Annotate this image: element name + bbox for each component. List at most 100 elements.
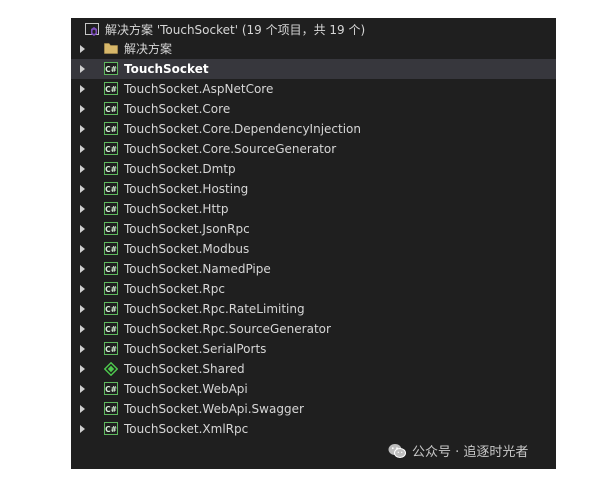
chevron-right-icon[interactable]: [80, 305, 85, 313]
wechat-icon: [388, 443, 406, 458]
svg-text:C#: C#: [105, 405, 117, 414]
svg-text:C#: C#: [105, 125, 117, 134]
csharp-project-icon: C#: [104, 202, 118, 215]
tree-item-label: TouchSocket.WebApi: [124, 382, 248, 396]
svg-text:C#: C#: [105, 285, 117, 294]
chevron-right-icon[interactable]: [80, 145, 85, 153]
tree-item[interactable]: C# TouchSocket.Rpc.RateLimiting: [71, 299, 556, 319]
tree-item[interactable]: C# TouchSocket.WebApi: [71, 379, 556, 399]
tree-item-label: TouchSocket.Core: [124, 102, 231, 116]
csharp-project-icon: C#: [104, 242, 118, 255]
solution-title: 解决方案 'TouchSocket' (19 个项目，共 19 个): [105, 23, 366, 37]
csharp-project-icon: C#: [104, 322, 118, 335]
csharp-project-icon: C#: [104, 182, 118, 195]
tree-item[interactable]: TouchSocket.Shared: [71, 359, 556, 379]
csharp-project-icon: C#: [104, 342, 118, 355]
tree-item[interactable]: C# TouchSocket.AspNetCore: [71, 79, 556, 99]
svg-text:C#: C#: [105, 325, 117, 334]
tree-item-label: TouchSocket.WebApi.Swagger: [124, 402, 304, 416]
svg-text:C#: C#: [105, 145, 117, 154]
csharp-project-icon: C#: [104, 402, 118, 415]
svg-text:C#: C#: [105, 225, 117, 234]
tree-item-label: TouchSocket.Core.DependencyInjection: [124, 122, 361, 136]
tree-item-label: TouchSocket.Rpc.RateLimiting: [124, 302, 305, 316]
solution-root-row[interactable]: 解决方案 'TouchSocket' (19 个项目，共 19 个): [71, 20, 556, 40]
tree-item-label: TouchSocket.XmlRpc: [124, 422, 249, 436]
tree-item[interactable]: C# TouchSocket.JsonRpc: [71, 219, 556, 239]
svg-text:C#: C#: [105, 425, 117, 434]
svg-text:C#: C#: [105, 345, 117, 354]
tree-item[interactable]: C# TouchSocket.Http: [71, 199, 556, 219]
chevron-right-icon[interactable]: [80, 65, 85, 73]
tree-item-label: TouchSocket.Core.SourceGenerator: [124, 142, 337, 156]
tree-item-label: TouchSocket.JsonRpc: [124, 222, 250, 236]
tree-item[interactable]: C# TouchSocket.Core.DependencyInjection: [71, 119, 556, 139]
chevron-right-icon[interactable]: [80, 165, 85, 173]
csharp-project-icon: C#: [104, 282, 118, 295]
tree-item-label: TouchSocket.Dmtp: [124, 162, 236, 176]
svg-text:C#: C#: [105, 265, 117, 274]
svg-text:C#: C#: [105, 385, 117, 394]
tree-item-label: TouchSocket.AspNetCore: [124, 82, 274, 96]
tree-item[interactable]: C# TouchSocket: [71, 59, 556, 79]
tree-item-label: TouchSocket: [124, 62, 209, 76]
tree-item-label: TouchSocket.Rpc.SourceGenerator: [124, 322, 331, 336]
solution-explorer-panel: 解决方案 'TouchSocket' (19 个项目，共 19 个) 解决方案 C…: [71, 18, 556, 469]
shared-project-icon: [103, 361, 119, 377]
tree-item[interactable]: C# TouchSocket.SerialPorts: [71, 339, 556, 359]
svg-text:C#: C#: [105, 185, 117, 194]
tree-item[interactable]: C# TouchSocket.WebApi.Swagger: [71, 399, 556, 419]
svg-text:C#: C#: [105, 165, 117, 174]
chevron-right-icon[interactable]: [80, 205, 85, 213]
tree-item[interactable]: C# TouchSocket.Modbus: [71, 239, 556, 259]
chevron-right-icon[interactable]: [80, 45, 85, 53]
tree-item[interactable]: C# TouchSocket.Core: [71, 99, 556, 119]
tree-item[interactable]: C# TouchSocket.Rpc.SourceGenerator: [71, 319, 556, 339]
tree-item-label: TouchSocket.Modbus: [124, 242, 250, 256]
tree-item[interactable]: C# TouchSocket.Dmtp: [71, 159, 556, 179]
csharp-project-icon: C#: [104, 62, 118, 75]
tree-item-label: TouchSocket.Rpc: [124, 282, 225, 296]
tree-item-label: 解决方案: [124, 42, 173, 56]
chevron-right-icon[interactable]: [80, 265, 85, 273]
tree-item-label: TouchSocket.Hosting: [124, 182, 249, 196]
watermark: 公众号 · 追逐时光者: [388, 441, 528, 460]
svg-text:C#: C#: [105, 205, 117, 214]
csharp-project-icon: C#: [104, 102, 118, 115]
tree-item[interactable]: C# TouchSocket.XmlRpc: [71, 419, 556, 439]
chevron-right-icon[interactable]: [80, 345, 85, 353]
watermark-text: 公众号 · 追逐时光者: [412, 445, 529, 460]
chevron-right-icon[interactable]: [80, 405, 85, 413]
chevron-right-icon[interactable]: [80, 365, 85, 373]
csharp-project-icon: C#: [104, 422, 118, 435]
tree-item[interactable]: C# TouchSocket.NamedPipe: [71, 259, 556, 279]
chevron-right-icon[interactable]: [80, 385, 85, 393]
tree-item-label: TouchSocket.SerialPorts: [124, 342, 267, 356]
tree-item-label: TouchSocket.Shared: [124, 362, 245, 376]
tree-item-label: TouchSocket.NamedPipe: [124, 262, 271, 276]
tree-item[interactable]: C# TouchSocket.Hosting: [71, 179, 556, 199]
tree-item[interactable]: C# TouchSocket.Rpc: [71, 279, 556, 299]
csharp-project-icon: C#: [104, 302, 118, 315]
visual-studio-solution-icon: [85, 23, 99, 36]
chevron-right-icon[interactable]: [80, 105, 85, 113]
csharp-project-icon: C#: [104, 162, 118, 175]
tree-item[interactable]: 解决方案: [71, 39, 556, 59]
svg-text:C#: C#: [105, 65, 117, 74]
svg-text:C#: C#: [105, 105, 117, 114]
chevron-right-icon[interactable]: [80, 325, 85, 333]
chevron-right-icon[interactable]: [80, 245, 85, 253]
chevron-right-icon[interactable]: [80, 185, 85, 193]
chevron-right-icon[interactable]: [80, 85, 85, 93]
tree-item-label: TouchSocket.Http: [124, 202, 229, 216]
csharp-project-icon: C#: [104, 142, 118, 155]
csharp-project-icon: C#: [104, 122, 118, 135]
chevron-right-icon[interactable]: [80, 125, 85, 133]
tree-item[interactable]: C# TouchSocket.Core.SourceGenerator: [71, 139, 556, 159]
chevron-right-icon[interactable]: [80, 225, 85, 233]
csharp-project-icon: C#: [104, 222, 118, 235]
svg-text:C#: C#: [105, 245, 117, 254]
csharp-project-icon: C#: [104, 382, 118, 395]
chevron-right-icon[interactable]: [80, 425, 85, 433]
chevron-right-icon[interactable]: [80, 285, 85, 293]
